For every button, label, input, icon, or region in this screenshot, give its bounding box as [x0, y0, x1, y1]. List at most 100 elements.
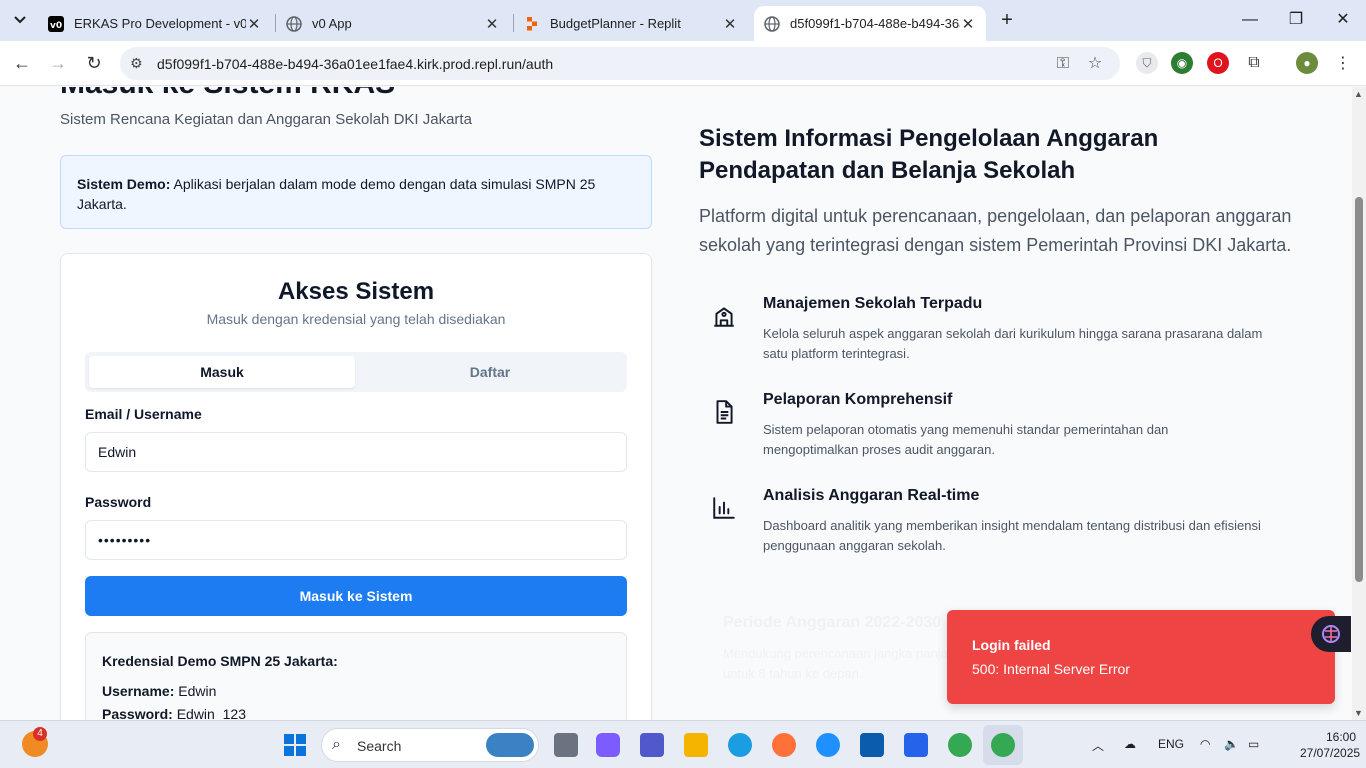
- wifi-icon[interactable]: ◠: [1200, 737, 1210, 751]
- card-subtitle: Masuk dengan kredensial yang telah dised…: [206, 311, 506, 327]
- tab-title: d5f099f1-b704-488e-b494-36a0: [790, 16, 960, 31]
- close-tab-icon[interactable]: ✕: [722, 15, 738, 33]
- assistant-widget-button[interactable]: [1311, 616, 1351, 652]
- tab-v0-app[interactable]: v0 App ✕: [276, 6, 510, 41]
- shield-extension-icon[interactable]: ⛉: [1136, 52, 1158, 74]
- new-tab-button[interactable]: +: [996, 9, 1018, 31]
- task-view-icon[interactable]: [554, 733, 578, 757]
- copilot-icon[interactable]: [596, 733, 620, 757]
- volume-icon[interactable]: 🔈: [1224, 737, 1239, 751]
- chrome-icon[interactable]: [948, 733, 972, 757]
- close-tab-icon[interactable]: ✕: [484, 15, 500, 33]
- password-field[interactable]: •••••••••: [85, 520, 627, 560]
- page-title: Masuk ke Sistem RKAS: [60, 87, 395, 101]
- demo-banner-label: Sistem Demo:: [77, 176, 171, 192]
- url-text: d5f099f1-b704-488e-b494-36a01ee1fae4.kir…: [157, 56, 554, 72]
- scroll-up-icon[interactable]: ▲: [1354, 89, 1363, 99]
- search-icon: ⌕: [332, 736, 341, 753]
- period-title: Periode Anggaran 2022-2030: [723, 614, 942, 631]
- tray-overflow-icon[interactable]: ︿: [1092, 737, 1104, 754]
- extension-globe-icon[interactable]: ◉: [1171, 52, 1193, 74]
- edge-icon[interactable]: [728, 733, 752, 757]
- network-warning-icon[interactable]: ☁: [1124, 737, 1136, 751]
- brain-icon: [1322, 625, 1340, 643]
- bar-chart-icon: [713, 497, 735, 519]
- page-scrollbar[interactable]: ▲ ▼: [1352, 87, 1366, 720]
- scrollbar-thumb[interactable]: [1355, 197, 1363, 582]
- password-key-icon[interactable]: ⚿: [1052, 53, 1074, 75]
- credentials-username: Username: Edwin: [102, 683, 216, 699]
- feature-desc: Sistem pelaporan otomatis yang memenuhi …: [763, 422, 1169, 457]
- restore-icon[interactable]: ❐: [1284, 8, 1308, 32]
- extensions-puzzle-icon[interactable]: ⧉: [1243, 52, 1265, 74]
- address-bar[interactable]: ⚙ d5f099f1-b704-488e-b494-36a01ee1fae4.k…: [120, 47, 1120, 80]
- toast-message: 500: Internal Server Error: [972, 661, 1130, 677]
- tab-register[interactable]: Daftar: [357, 356, 623, 388]
- reload-icon[interactable]: ↻: [82, 51, 106, 75]
- tab-title: BudgetPlanner - Replit: [550, 16, 681, 31]
- close-window-icon[interactable]: ✕: [1331, 8, 1355, 32]
- tab-active-auth[interactable]: d5f099f1-b704-488e-b494-36a0 ✕: [754, 6, 986, 41]
- more-menu-icon[interactable]: ⋮: [1332, 52, 1354, 74]
- firefox-icon[interactable]: [772, 733, 796, 757]
- password-cred-label: Password:: [102, 706, 173, 720]
- bookmark-star-icon[interactable]: ☆: [1084, 53, 1106, 75]
- close-tab-icon[interactable]: ✕: [246, 15, 262, 33]
- search-highlight-icon: [486, 733, 534, 757]
- profile-avatar[interactable]: ●: [1296, 52, 1318, 74]
- tab-budgetplanner-replit[interactable]: BudgetPlanner - Replit ✕: [514, 6, 748, 41]
- browser-toolbar: ← → ↻ ⚙ d5f099f1-b704-488e-b494-36a01ee1…: [0, 41, 1366, 86]
- minimize-icon[interactable]: —: [1238, 8, 1262, 32]
- help-icon[interactable]: [816, 733, 840, 757]
- globe-icon: [286, 15, 302, 32]
- forward-icon[interactable]: →: [46, 51, 70, 75]
- windows-taskbar: 4 ⌕ Search ︿ ☁ ENG ◠ 🔈 ▭ 16:00 27/07/202…: [0, 720, 1366, 768]
- username-label: Username:: [102, 683, 175, 699]
- demo-banner: Sistem Demo: Aplikasi berjalan dalam mod…: [60, 155, 652, 229]
- taskbar-clock[interactable]: 16:00 27/07/2025: [1300, 729, 1360, 761]
- email-field[interactable]: Edwin: [85, 432, 627, 472]
- tab-erkas-pro[interactable]: v0 ERKAS Pro Development - v0 b ✕: [38, 6, 272, 41]
- back-icon[interactable]: ←: [10, 51, 34, 75]
- file-explorer-icon[interactable]: [684, 733, 708, 757]
- password-label: Password: [85, 494, 152, 510]
- scroll-down-icon[interactable]: ▼: [1354, 708, 1363, 718]
- teams-icon[interactable]: [640, 733, 664, 757]
- error-toast[interactable]: Login failed 500: Internal Server Error: [947, 610, 1335, 704]
- card-title: Akses Sistem: [277, 278, 435, 305]
- feature-desc: Kelola seluruh aspek anggaran sekolah da…: [763, 326, 1263, 361]
- clock-time: 16:00: [1325, 730, 1356, 744]
- site-info-icon[interactable]: ⚙: [130, 55, 143, 72]
- notification-badge: 4: [33, 727, 47, 741]
- tab-title: v0 App: [312, 16, 352, 31]
- info-description: Platform digital untuk perencanaan, peng…: [699, 206, 1292, 255]
- credentials-password: Password: Edwin_123: [102, 706, 246, 720]
- toast-title: Login failed: [972, 637, 1051, 653]
- password-cred-value: Edwin_123: [172, 706, 246, 720]
- info-title: Sistem Informasi Pengelolaan Anggaran Pe…: [699, 125, 1159, 184]
- chrome-profile-icon[interactable]: [991, 733, 1015, 757]
- v0-icon: v0: [48, 15, 64, 32]
- opera-extension-icon[interactable]: O: [1207, 52, 1229, 74]
- replit-icon: [524, 16, 540, 32]
- battery-icon[interactable]: ▭: [1248, 737, 1259, 751]
- tab-search-button[interactable]: [6, 7, 34, 33]
- taskbar-search[interactable]: ⌕ Search: [321, 728, 539, 762]
- login-card: Akses Sistem Masuk dengan kredensial yan…: [60, 253, 652, 720]
- taskbar-search-placeholder: Search: [357, 738, 402, 754]
- feature-title: Pelaporan Komprehensif: [763, 391, 953, 408]
- auth-tabs: Masuk Daftar: [85, 352, 627, 392]
- feature-desc: Dashboard analitik yang memberikan insig…: [763, 518, 1261, 553]
- close-tab-icon[interactable]: ✕: [960, 15, 976, 33]
- store-icon[interactable]: [904, 733, 928, 757]
- chevron-down-icon: [14, 16, 26, 24]
- feature-title: Analisis Anggaran Real-time: [763, 487, 980, 504]
- tab-login[interactable]: Masuk: [89, 356, 355, 388]
- windows-start-icon[interactable]: [283, 733, 307, 757]
- login-submit-button[interactable]: Masuk ke Sistem: [85, 576, 627, 616]
- browser-tab-bar: v0 ERKAS Pro Development - v0 b ✕ v0 App…: [0, 0, 1366, 41]
- period-desc: Mendukung perencanaan jangka panjang unt…: [723, 646, 963, 681]
- language-indicator[interactable]: ENG: [1158, 737, 1184, 751]
- tab-title: ERKAS Pro Development - v0 b: [74, 16, 246, 31]
- hp-app-icon[interactable]: [860, 733, 884, 757]
